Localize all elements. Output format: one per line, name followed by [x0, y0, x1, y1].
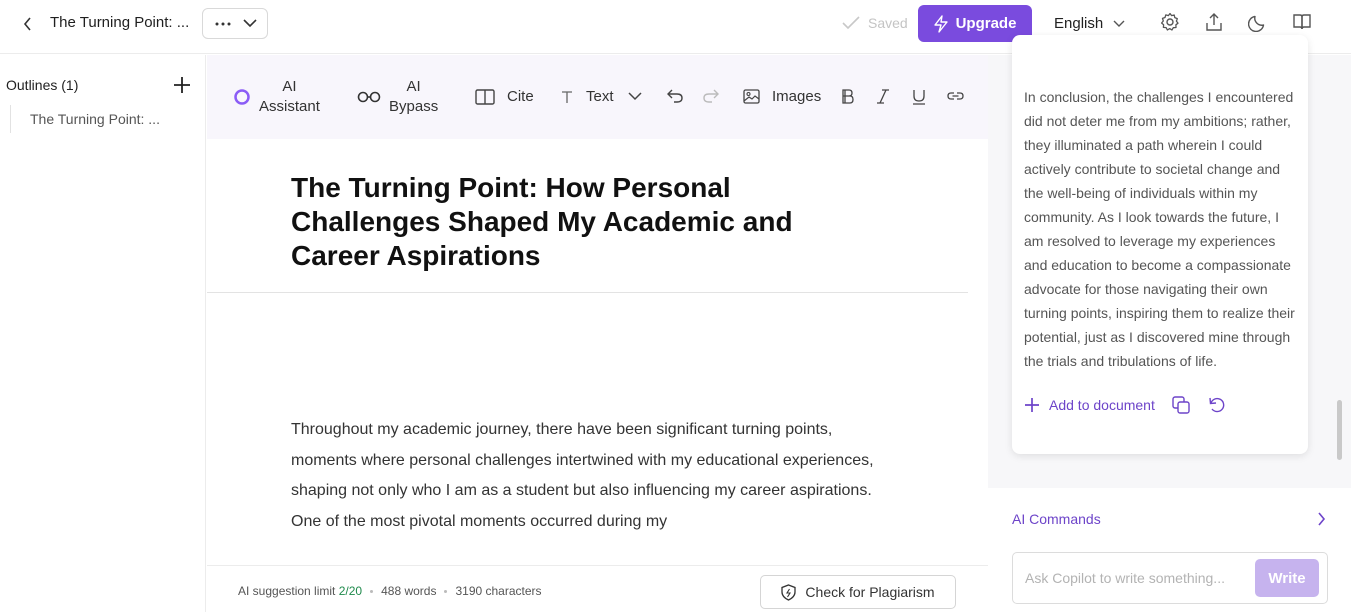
dark-mode-button[interactable]	[1247, 11, 1269, 33]
images-button[interactable]: Images	[743, 88, 821, 105]
regenerate-button[interactable]	[1207, 395, 1227, 415]
redo-button[interactable]	[703, 89, 719, 103]
chevron-right-icon	[1318, 512, 1326, 526]
ai-assistant-button[interactable]: AI Assistant	[233, 77, 320, 117]
gear-icon	[1160, 12, 1179, 31]
ai-bypass-label: AI Bypass	[389, 78, 439, 115]
suggestion-limit: AI suggestion limit 2/20	[238, 584, 363, 598]
more-horizontal-icon	[215, 22, 231, 25]
copy-button[interactable]	[1171, 395, 1191, 415]
plus-icon	[174, 77, 190, 93]
outline-sidebar: Outlines (1) The Turning Point: ...	[0, 55, 206, 612]
bold-icon	[842, 89, 854, 104]
italic-button[interactable]	[876, 89, 890, 104]
share-icon	[1206, 13, 1222, 31]
status-bar: AI suggestion limit 2/20 488 words 3190 …	[207, 565, 988, 612]
copilot-panel: In conclusion, the challenges I encounte…	[988, 35, 1351, 612]
cite-button[interactable]: Cite	[475, 88, 534, 105]
undo-button[interactable]	[667, 89, 683, 103]
language-label: English	[1054, 15, 1104, 32]
check-plagiarism-button[interactable]: Check for Plagiarism	[760, 575, 956, 609]
add-outline-button[interactable]	[172, 75, 192, 95]
lightning-icon	[933, 14, 948, 33]
document-editor[interactable]: The Turning Point: How Personal Challeng…	[207, 139, 988, 565]
document-title[interactable]: The Turning Point: ...	[50, 14, 189, 31]
outlines-heading: Outlines (1)	[6, 77, 79, 93]
ai-bypass-button[interactable]: AI Bypass	[357, 77, 438, 117]
text-icon	[562, 90, 572, 103]
settings-button[interactable]	[1159, 11, 1181, 33]
chevron-down-icon	[627, 92, 642, 101]
back-button[interactable]	[18, 14, 38, 34]
essay-title[interactable]: The Turning Point: How Personal Challeng…	[291, 171, 851, 273]
image-icon	[743, 89, 760, 104]
chevron-left-icon	[23, 17, 31, 31]
title-section: The Turning Point: How Personal Challeng…	[207, 139, 968, 293]
panel-toggle-button[interactable]	[1291, 11, 1313, 33]
book-open-icon	[1293, 14, 1311, 30]
cite-label: Cite	[507, 88, 534, 105]
ai-commands-link[interactable]: AI Commands	[1012, 511, 1101, 527]
separator-dot	[444, 589, 448, 593]
share-button[interactable]	[1203, 11, 1225, 33]
character-count: 3190 characters	[455, 584, 542, 598]
chevron-down-icon	[1113, 20, 1125, 27]
write-button[interactable]: Write	[1255, 559, 1319, 597]
book-icon	[475, 88, 495, 105]
document-menu-button[interactable]	[202, 8, 268, 39]
copilot-answer-card: In conclusion, the challenges I encounte…	[1012, 35, 1308, 454]
italic-icon	[877, 89, 889, 104]
link-icon	[947, 92, 964, 100]
copilot-prompt-box: Write	[1012, 552, 1328, 604]
text-style-label: Text	[586, 88, 614, 105]
answer-actions: Add to document	[1024, 395, 1227, 415]
ai-commands-expand[interactable]	[1316, 512, 1330, 526]
editor-toolbar: AI Assistant AI Bypass Cite Text Images	[207, 55, 988, 139]
suggestion-limit-value: 2/20	[338, 584, 363, 598]
ai-assistant-label: AI Assistant	[259, 78, 320, 115]
copy-icon	[1172, 396, 1190, 414]
glasses-icon	[357, 91, 381, 103]
chevron-down-icon	[243, 19, 257, 28]
copilot-input-area: AI Commands Write	[988, 488, 1351, 612]
refresh-icon	[1209, 397, 1225, 413]
copilot-input[interactable]	[1025, 567, 1245, 589]
saved-label: Saved	[868, 15, 908, 31]
ai-assistant-icon	[234, 89, 250, 105]
separator-dot	[370, 589, 374, 593]
images-label: Images	[772, 88, 822, 105]
bold-button[interactable]	[841, 89, 854, 104]
panel-scrollbar[interactable]	[1337, 400, 1342, 460]
add-to-document-button[interactable]: Add to document	[1024, 397, 1155, 413]
document-stats: AI suggestion limit 2/20 488 words 3190 …	[238, 584, 542, 598]
underline-icon	[913, 90, 925, 105]
language-select[interactable]: English	[1054, 15, 1125, 32]
text-style-dropdown[interactable]: Text	[560, 88, 642, 105]
essay-body[interactable]: Throughout my academic journey, there ha…	[291, 415, 891, 537]
shield-icon	[781, 583, 797, 601]
moon-icon	[1248, 15, 1265, 32]
plagiarism-label: Check for Plagiarism	[805, 584, 935, 600]
plus-icon	[1025, 398, 1039, 412]
copilot-answer-text: In conclusion, the challenges I encounte…	[1024, 89, 1295, 369]
saved-status: Saved	[842, 15, 908, 31]
word-count: 488 words	[381, 584, 437, 598]
link-button[interactable]	[947, 90, 964, 102]
add-to-document-label: Add to document	[1049, 397, 1155, 413]
upgrade-label: Upgrade	[955, 15, 1017, 32]
redo-icon	[703, 89, 719, 103]
undo-icon	[667, 89, 683, 103]
check-icon	[842, 16, 860, 30]
outline-item[interactable]: The Turning Point: ...	[10, 105, 190, 133]
underline-button[interactable]	[912, 89, 926, 105]
